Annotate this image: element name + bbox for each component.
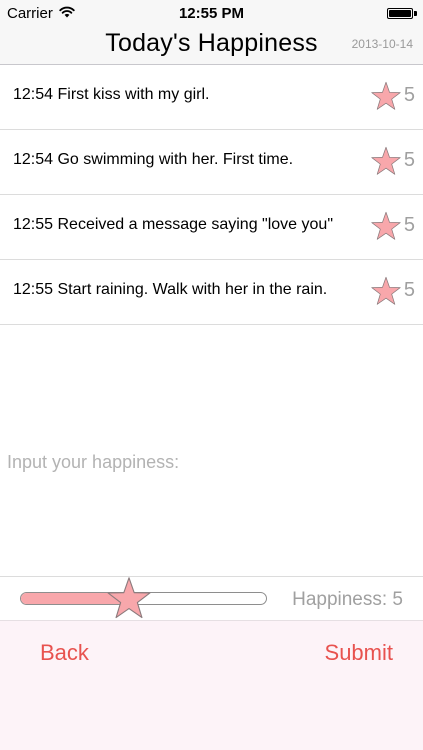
list-item[interactable]: 12:54 Go swimming with her. First time. …	[0, 130, 423, 195]
battery-tip	[414, 11, 417, 16]
list-item-text: 12:54 Go swimming with her. First time.	[13, 151, 294, 168]
list-item[interactable]: 12:55 Start raining. Walk with her in th…	[0, 260, 423, 325]
happiness-slider-row: Happiness: 5	[0, 576, 423, 620]
submit-button[interactable]: Submit	[325, 640, 393, 666]
star-icon	[371, 81, 401, 110]
input-area	[0, 440, 423, 577]
star-icon	[371, 276, 401, 305]
bottom-toolbar: Back Submit	[0, 620, 423, 750]
list-item-score: 5	[403, 279, 415, 301]
list-item-text: 12:54 First kiss with my girl.	[13, 86, 210, 103]
status-time: 12:55 PM	[178, 5, 245, 22]
battery-level	[389, 10, 411, 17]
happiness-input[interactable]	[0, 440, 423, 575]
navigation-bar: Today's Happiness 2013-10-14	[0, 28, 423, 65]
list-item-score: 5	[403, 214, 415, 236]
star-icon	[371, 146, 401, 175]
list-item-text: 12:55 Start raining. Walk with her in th…	[13, 281, 328, 298]
screen: Carrier 12:55 PM Today's Happiness 2013-…	[0, 0, 423, 750]
page-date: 2013-10-14	[351, 37, 413, 51]
list-item-score: 5	[403, 84, 415, 106]
battery-icon	[387, 8, 413, 19]
list-item[interactable]: 12:54 First kiss with my girl. 5	[0, 65, 423, 130]
happiness-value-label: Happiness: 5	[292, 589, 403, 610]
status-bar: Carrier 12:55 PM	[0, 0, 423, 28]
happiness-list: 12:54 First kiss with my girl. 5 12:54 G…	[0, 65, 423, 325]
star-icon	[371, 211, 401, 240]
list-item-text: 12:55 Received a message saying "love yo…	[13, 216, 333, 233]
list-item[interactable]: 12:55 Received a message saying "love yo…	[0, 195, 423, 260]
list-item-score: 5	[403, 149, 415, 171]
slider-thumb-star-icon[interactable]	[107, 576, 151, 620]
back-button[interactable]: Back	[40, 640, 89, 666]
